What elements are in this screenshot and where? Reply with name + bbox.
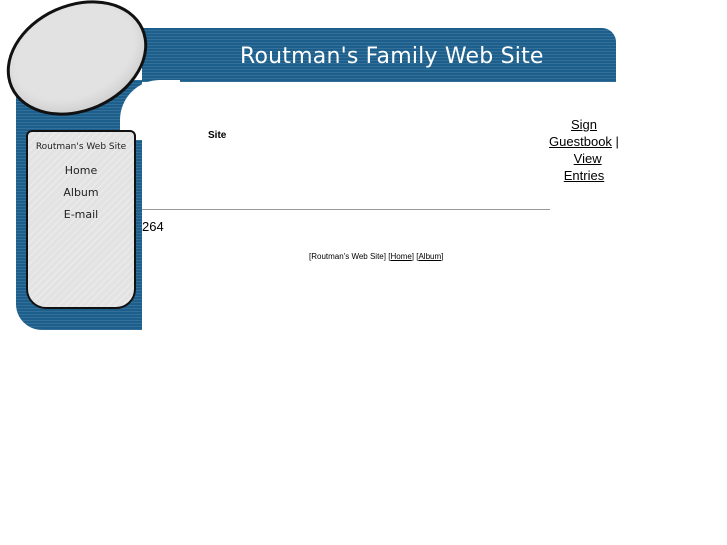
sign-guestbook-link[interactable]: Sign Guestbook	[549, 117, 612, 149]
site-title: Routman's Family Web Site	[240, 44, 544, 69]
sidebar-item-email[interactable]: E-mail	[28, 208, 134, 221]
footer-album-link[interactable]: Album	[418, 252, 441, 261]
divider	[142, 209, 550, 210]
sidebar-nav: Routman's Web Site Home Album E-mail	[26, 130, 136, 309]
hit-counter: 264	[142, 219, 164, 234]
guestbook-links: Sign Guestbook | View Entries	[548, 116, 620, 184]
footer-nav: [Routman's Web Site] [Home] [Album]	[309, 252, 444, 261]
view-entries-link[interactable]: View Entries	[564, 151, 604, 183]
guestbook-separator: |	[615, 134, 619, 149]
footer-site-label: Routman's Web Site	[311, 252, 384, 261]
sidebar-item-album[interactable]: Album	[28, 186, 134, 199]
page-heading: Site	[208, 130, 227, 141]
sidebar-item-home[interactable]: Home	[28, 164, 134, 177]
footer-home-link[interactable]: Home	[390, 252, 411, 261]
sidebar-title: Routman's Web Site	[35, 142, 127, 152]
